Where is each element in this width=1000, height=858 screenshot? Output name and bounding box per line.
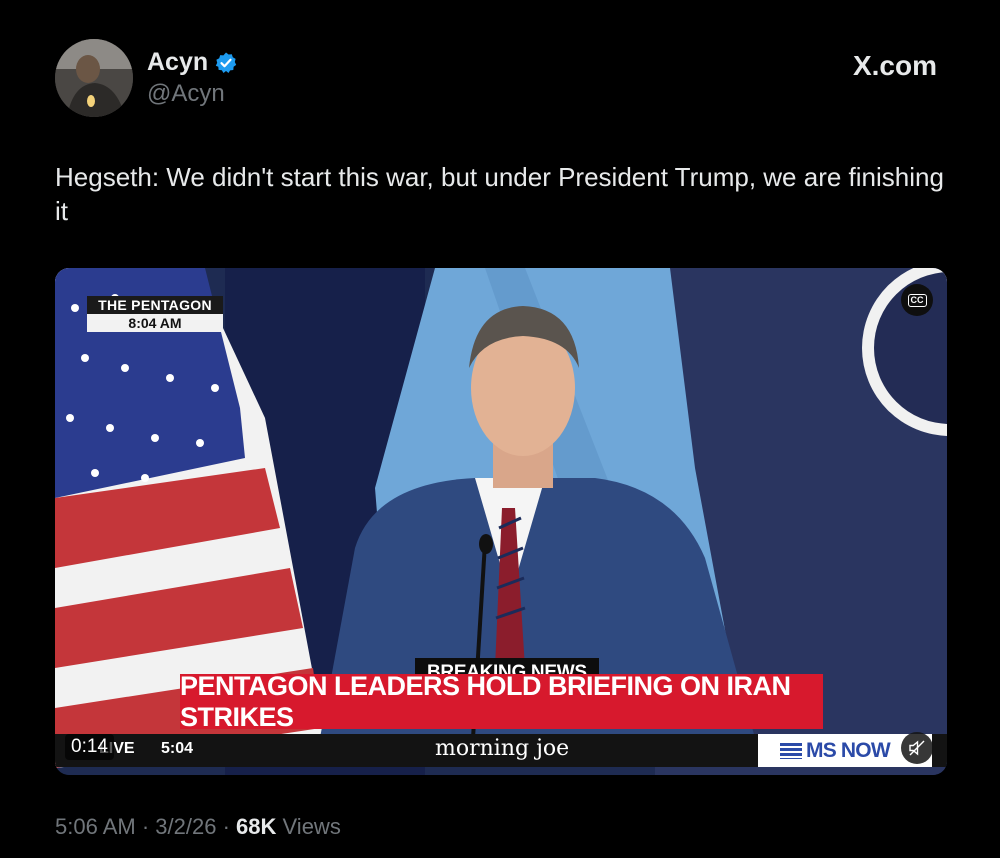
views-count: 68K (236, 814, 277, 839)
tweet-date[interactable]: 3/2/26 (155, 814, 216, 839)
show-name: morning joe (435, 736, 570, 761)
video-elapsed-time: 0:14 (65, 734, 114, 760)
avatar[interactable] (55, 39, 133, 117)
avatar-image (55, 39, 133, 117)
x-logo[interactable]: X.com (853, 50, 937, 82)
views-label: Views (282, 814, 341, 839)
cc-label: CC (907, 293, 927, 307)
tweet-text: Hegseth: We didn't start this war, but u… (55, 162, 944, 226)
author-row: Acyn (147, 48, 238, 77)
verified-badge-icon (215, 52, 237, 73)
author-name[interactable]: Acyn (147, 48, 208, 77)
location-bug: THE PENTAGON 8:04 AM (87, 296, 223, 332)
broadcast-clock: 5:04 (161, 740, 194, 757)
tweet-time[interactable]: 5:06 AM (55, 814, 136, 839)
closed-captions-icon[interactable]: CC (901, 284, 933, 316)
video-player[interactable]: THE PENTAGON 8:04 AM CC BREAKING NEWS PE… (55, 268, 947, 775)
mute-icon[interactable] (901, 732, 933, 764)
network-flag-icon (780, 743, 802, 759)
tweet-meta: 5:06 AM · 3/2/26 · 68K Views (55, 814, 341, 839)
location-label: THE PENTAGON (87, 296, 223, 314)
network-name: MS NOW (806, 738, 891, 762)
speaker-muted-icon (909, 740, 925, 756)
location-time: 8:04 AM (87, 314, 223, 332)
author-handle[interactable]: @Acyn (147, 80, 225, 108)
headline-chyron: PENTAGON LEADERS HOLD BRIEFING ON IRAN S… (180, 671, 823, 732)
